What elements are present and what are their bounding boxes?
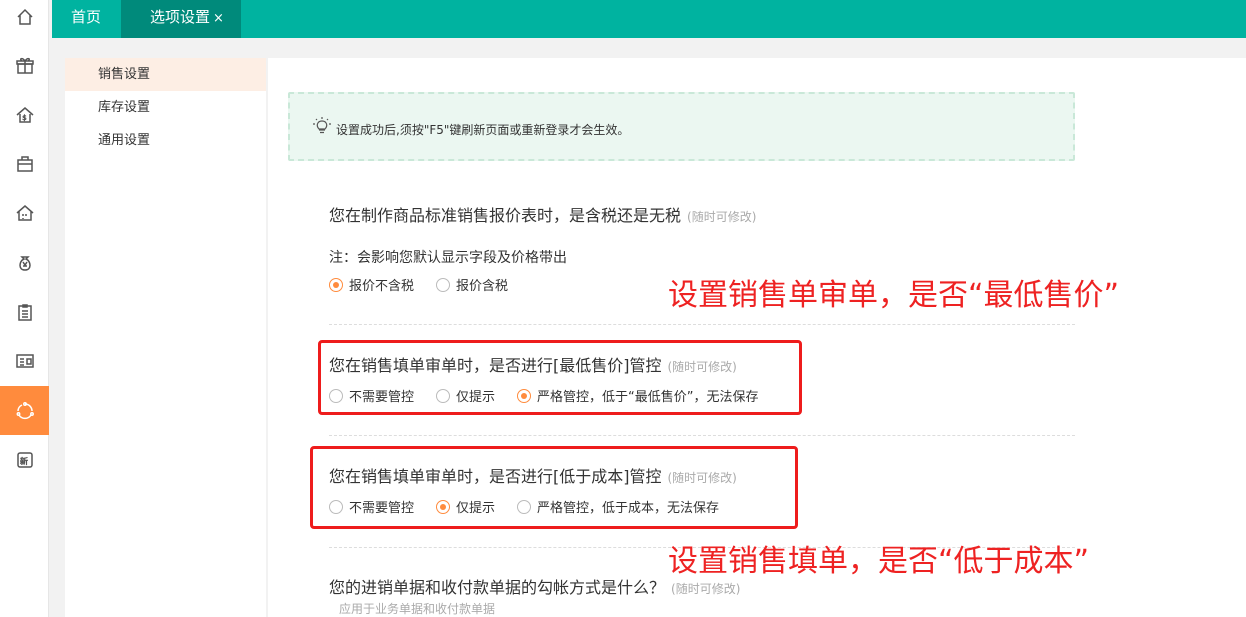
radio-circle[interactable] — [329, 277, 343, 292]
yuan-bag-icon[interactable] — [0, 238, 49, 287]
radio-label: 报价含税 — [456, 279, 509, 294]
svg-text:新: 新 — [20, 456, 28, 466]
question-tax-hint: (随时可修改) — [687, 210, 757, 224]
question-reconcile-text: 您的进销单据和收付款单据的勾帐方式是什么？ — [329, 578, 666, 597]
submenu-item-sales[interactable]: 销售设置 — [65, 58, 266, 91]
submenu-item-inventory[interactable]: 库存设置 — [65, 91, 266, 124]
building-icon[interactable] — [0, 188, 49, 237]
home-icon[interactable] — [0, 0, 49, 41]
question-tax-title: 您在制作商品标准销售报价表时，是含税还是无税 (随时可修改) — [329, 202, 756, 226]
id-card-icon[interactable] — [0, 336, 49, 385]
highlight-box-below-cost — [310, 446, 798, 529]
notice-text: 设置成功后,须按"F5"键刷新页面或重新登录才会生效。 — [336, 123, 630, 137]
tab-options-settings[interactable]: 选项设置 × — [121, 0, 241, 38]
question-reconcile-hint: (随时可修改) — [671, 582, 741, 596]
cycle-icon[interactable] — [0, 386, 49, 435]
annotation-min-price: 设置销售单审单，是否“最低售价” — [668, 278, 1120, 313]
icon-rail: $ 新 — [0, 0, 49, 617]
money-house-icon[interactable]: $ — [0, 90, 49, 139]
tab-options-settings-label: 选项设置 — [150, 8, 211, 26]
tab-home[interactable]: 首页 — [71, 0, 101, 38]
top-tab-bar: 首页 选项设置 × — [52, 0, 1246, 38]
question-tax-text: 您在制作商品标准销售报价表时，是含税还是无税 — [329, 206, 682, 225]
bag-icon[interactable] — [0, 139, 49, 188]
highlight-box-min-price — [318, 340, 802, 415]
radio-circle[interactable] — [436, 277, 451, 292]
svg-text:$: $ — [22, 114, 26, 122]
clipboard-icon[interactable] — [0, 287, 49, 336]
settings-content: 设置成功后,须按"F5"键刷新页面或重新登录才会生效。 您在制作商品标准销售报价… — [268, 58, 1246, 617]
radio-tax-inclusive[interactable]: 报价含税 — [436, 275, 508, 294]
lightbulb-icon — [313, 117, 331, 134]
gift-icon[interactable] — [0, 41, 49, 90]
new-icon[interactable]: 新 — [0, 435, 49, 484]
settings-submenu: 销售设置 库存设置 通用设置 — [65, 58, 266, 617]
close-icon[interactable]: × — [213, 11, 224, 26]
notice-box: 设置成功后,须按"F5"键刷新页面或重新登录才会生效。 — [288, 92, 1075, 161]
tax-radio-group: 报价不含税 报价含税 — [329, 275, 530, 294]
divider — [329, 324, 1075, 325]
divider — [329, 435, 1075, 436]
question-reconcile-note: 应用于业务单据和收付款单据 — [339, 602, 496, 616]
annotation-below-cost: 设置销售填单，是否“低于成本” — [668, 544, 1090, 579]
submenu-item-general[interactable]: 通用设置 — [65, 124, 266, 157]
radio-label: 报价不含税 — [349, 279, 415, 294]
question-tax-note: 注：会影响您默认显示字段及价格带出 — [329, 250, 567, 266]
radio-tax-exclusive[interactable]: 报价不含税 — [329, 275, 414, 294]
